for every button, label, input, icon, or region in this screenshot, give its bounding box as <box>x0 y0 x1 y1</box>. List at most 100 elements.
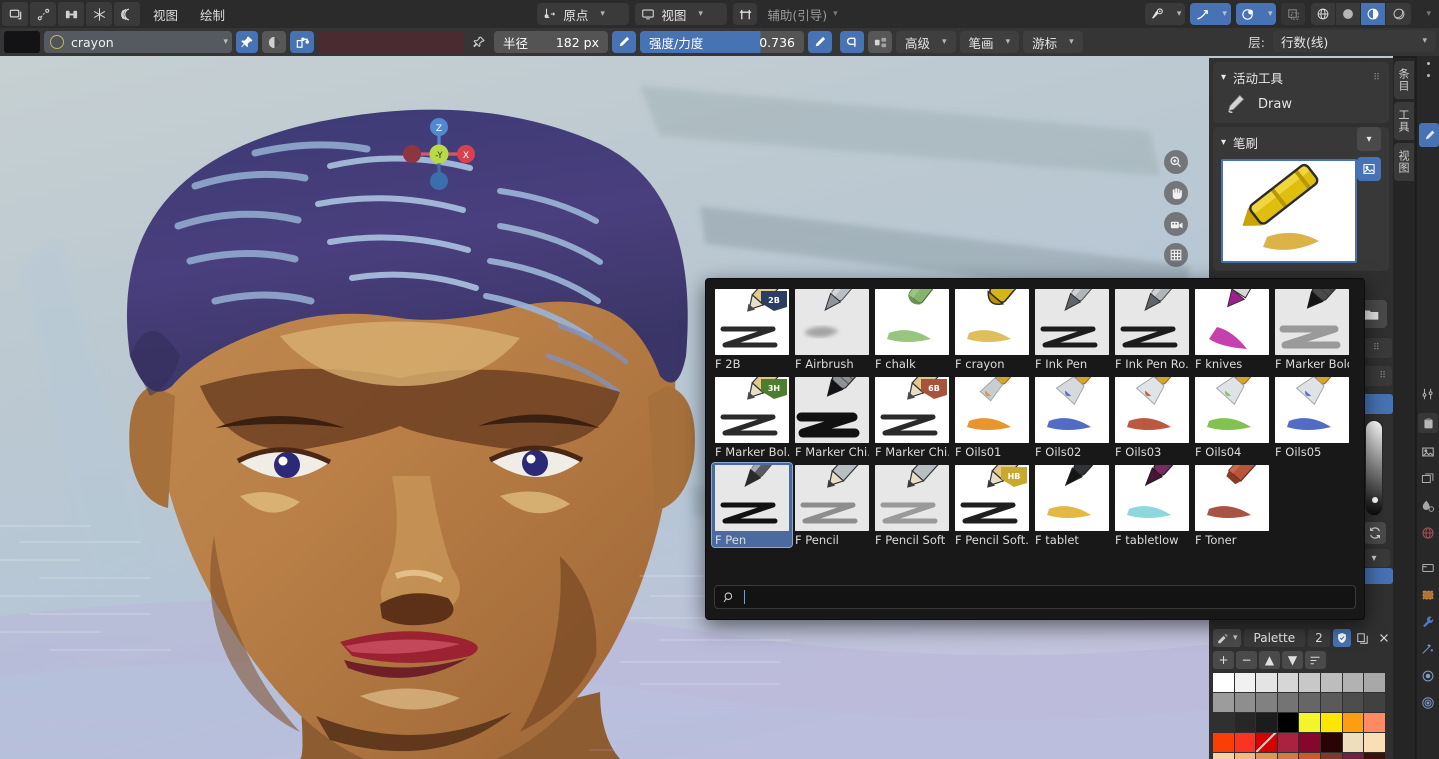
brush-item[interactable]: F Pencil Soft <box>872 463 952 547</box>
solid-shading[interactable] <box>1336 3 1361 25</box>
snap-magnet-icon[interactable] <box>30 2 56 26</box>
brush-item[interactable]: F Oils03 <box>1112 375 1192 459</box>
shading-mode-group[interactable] <box>1311 3 1411 25</box>
palette-user-count[interactable]: 2 <box>1308 629 1330 647</box>
guides-dropdown[interactable]: 辅助(引导) ▾ <box>761 3 843 25</box>
object-properties-icon[interactable] <box>1418 413 1438 433</box>
brush-preview-dropdown[interactable]: ▾ <box>1357 127 1381 151</box>
brush-item[interactable]: F tablet <box>1032 463 1112 547</box>
palette-swatch[interactable] <box>1321 753 1342 759</box>
palette-swatch[interactable] <box>1235 733 1256 752</box>
palette-swatch[interactable] <box>1278 713 1299 732</box>
palette-swatch[interactable] <box>1364 693 1385 712</box>
new-palette-copy-icon[interactable] <box>1354 629 1372 647</box>
pivot-point-dropdown[interactable]: 原点 ▾ <box>537 3 629 25</box>
modifier-properties-icon[interactable] <box>1420 614 1436 630</box>
pan-hand-icon[interactable] <box>1164 181 1188 205</box>
palette-swatch[interactable] <box>1299 733 1320 752</box>
palette-swatch[interactable] <box>1213 753 1234 759</box>
fake-user-shield-icon[interactable] <box>1333 629 1351 647</box>
palette-swatch[interactable] <box>1278 753 1299 759</box>
palette-swatch[interactable] <box>1235 753 1256 759</box>
constraint-properties-icon[interactable] <box>1420 668 1436 684</box>
overlays-dropdown[interactable]: ▾ <box>1236 3 1277 25</box>
sidebar-tab-tool[interactable]: 工具 <box>1394 102 1414 140</box>
material-color-well[interactable] <box>318 31 464 53</box>
world-properties-icon[interactable] <box>1420 525 1436 541</box>
advanced-menu[interactable]: 高级 ▾ <box>896 31 956 53</box>
palette-datablock-dropdown[interactable]: ▾ <box>1213 629 1241 647</box>
material-preview-shading[interactable] <box>1361 3 1386 25</box>
palette-swatch[interactable] <box>1343 733 1364 752</box>
move-down-button[interactable]: ▼ <box>1282 651 1303 669</box>
palette-swatch-grid[interactable] <box>1213 673 1393 759</box>
transform-orientation-dropdown[interactable]: 视图 ▾ <box>635 3 727 25</box>
palette-swatch[interactable] <box>1278 733 1299 752</box>
slider-handle[interactable] <box>1372 497 1378 503</box>
palette-swatch[interactable] <box>1235 693 1256 712</box>
remove-color-button[interactable]: − <box>1236 651 1257 669</box>
snowflake-overlay-icon[interactable] <box>86 2 112 26</box>
palette-swatch[interactable] <box>1321 673 1342 692</box>
brush-item[interactable]: 6BF Marker Chi... <box>872 375 952 459</box>
brush-item[interactable]: F Toner <box>1192 463 1272 547</box>
menu-view[interactable]: 视图 <box>142 2 189 26</box>
brush-item[interactable]: F Ink Pen <box>1032 287 1112 371</box>
palette-swatch[interactable] <box>1343 693 1364 712</box>
brush-pin-toggle[interactable] <box>236 31 258 53</box>
drag-grip-icon[interactable]: ⠿ <box>1373 75 1381 81</box>
editor-type-icon[interactable] <box>2 2 28 26</box>
palette-swatch[interactable] <box>1299 713 1320 732</box>
physics-properties-icon[interactable] <box>1420 498 1436 514</box>
brush-datablock-selector[interactable]: crayon ▾ <box>44 31 232 53</box>
layer-dropdown[interactable]: 行数(线) ▾ <box>1273 30 1435 52</box>
add-color-button[interactable]: + <box>1213 651 1234 669</box>
palette-name-field[interactable]: Palette <box>1244 629 1306 647</box>
palette-swatch[interactable] <box>1299 753 1320 759</box>
occlusion-toggle[interactable] <box>868 31 892 53</box>
palette-swatch[interactable] <box>1343 713 1364 732</box>
palette-swatch[interactable] <box>1256 713 1277 732</box>
brush-item[interactable]: F Oils05 <box>1272 375 1352 459</box>
material-pin-toggle[interactable] <box>468 31 490 53</box>
palette-swatch[interactable] <box>1213 733 1234 752</box>
palette-swatch[interactable] <box>1256 693 1277 712</box>
onion-skin-icon[interactable] <box>114 2 140 26</box>
brush-search-row[interactable] <box>714 585 1356 609</box>
brush-color-swatch[interactable] <box>4 31 40 53</box>
palette-swatch[interactable] <box>1278 693 1299 712</box>
brush-item[interactable]: F Airbrush <box>792 287 872 371</box>
texture-properties-icon[interactable] <box>1420 695 1436 711</box>
brush-radius-field[interactable]: 半径 182 px <box>494 31 608 53</box>
particle-properties-icon[interactable] <box>1420 641 1436 657</box>
active-tool-row[interactable]: Draw <box>1221 93 1381 115</box>
brush-item[interactable]: 2BF 2B <box>712 287 792 371</box>
tool-properties-icon[interactable] <box>1420 386 1436 402</box>
brush-grid[interactable]: 2BF 2B F Airbrush F chalk F crayon F Ink… <box>706 287 1364 551</box>
brush-item[interactable]: 3HF Marker Bol... <box>712 375 792 459</box>
brush-preview-image-toggle[interactable] <box>1357 157 1381 181</box>
brush-preview[interactable] <box>1221 159 1357 263</box>
palette-swatch[interactable] <box>1256 673 1277 692</box>
palette-swatch[interactable] <box>1321 693 1342 712</box>
palette-swatch[interactable] <box>1235 673 1256 692</box>
palette-swatch[interactable] <box>1321 713 1342 732</box>
strength-pressure-toggle[interactable] <box>808 31 832 53</box>
brush-item[interactable]: F Marker Chi... <box>792 375 872 459</box>
snap-magnet-toggle[interactable] <box>733 3 757 25</box>
palette-swatch[interactable] <box>1321 733 1342 752</box>
brush-item[interactable]: F knives <box>1192 287 1272 371</box>
palette-swatch[interactable] <box>1213 693 1234 712</box>
active-tool-header[interactable]: ▾ 活动工具 ⠿ <box>1221 68 1381 87</box>
unlink-palette-close-icon[interactable] <box>1375 629 1393 647</box>
palette-swatch[interactable] <box>1213 713 1234 732</box>
brush-item[interactable]: F Oils04 <box>1192 375 1272 459</box>
grid-icon[interactable] <box>1164 243 1188 267</box>
object-data-properties-icon[interactable] <box>1420 587 1436 603</box>
brush-item[interactable]: F chalk <box>872 287 952 371</box>
navigation-gizmo[interactable]: Z X -Y <box>399 114 479 194</box>
visibility-dropdown[interactable]: ▾ <box>1145 3 1186 25</box>
shading-options-dropdown[interactable]: ▾ <box>1414 3 1439 25</box>
camera-icon[interactable] <box>1164 212 1188 236</box>
brush-item[interactable]: F Ink Pen Ro... <box>1112 287 1192 371</box>
